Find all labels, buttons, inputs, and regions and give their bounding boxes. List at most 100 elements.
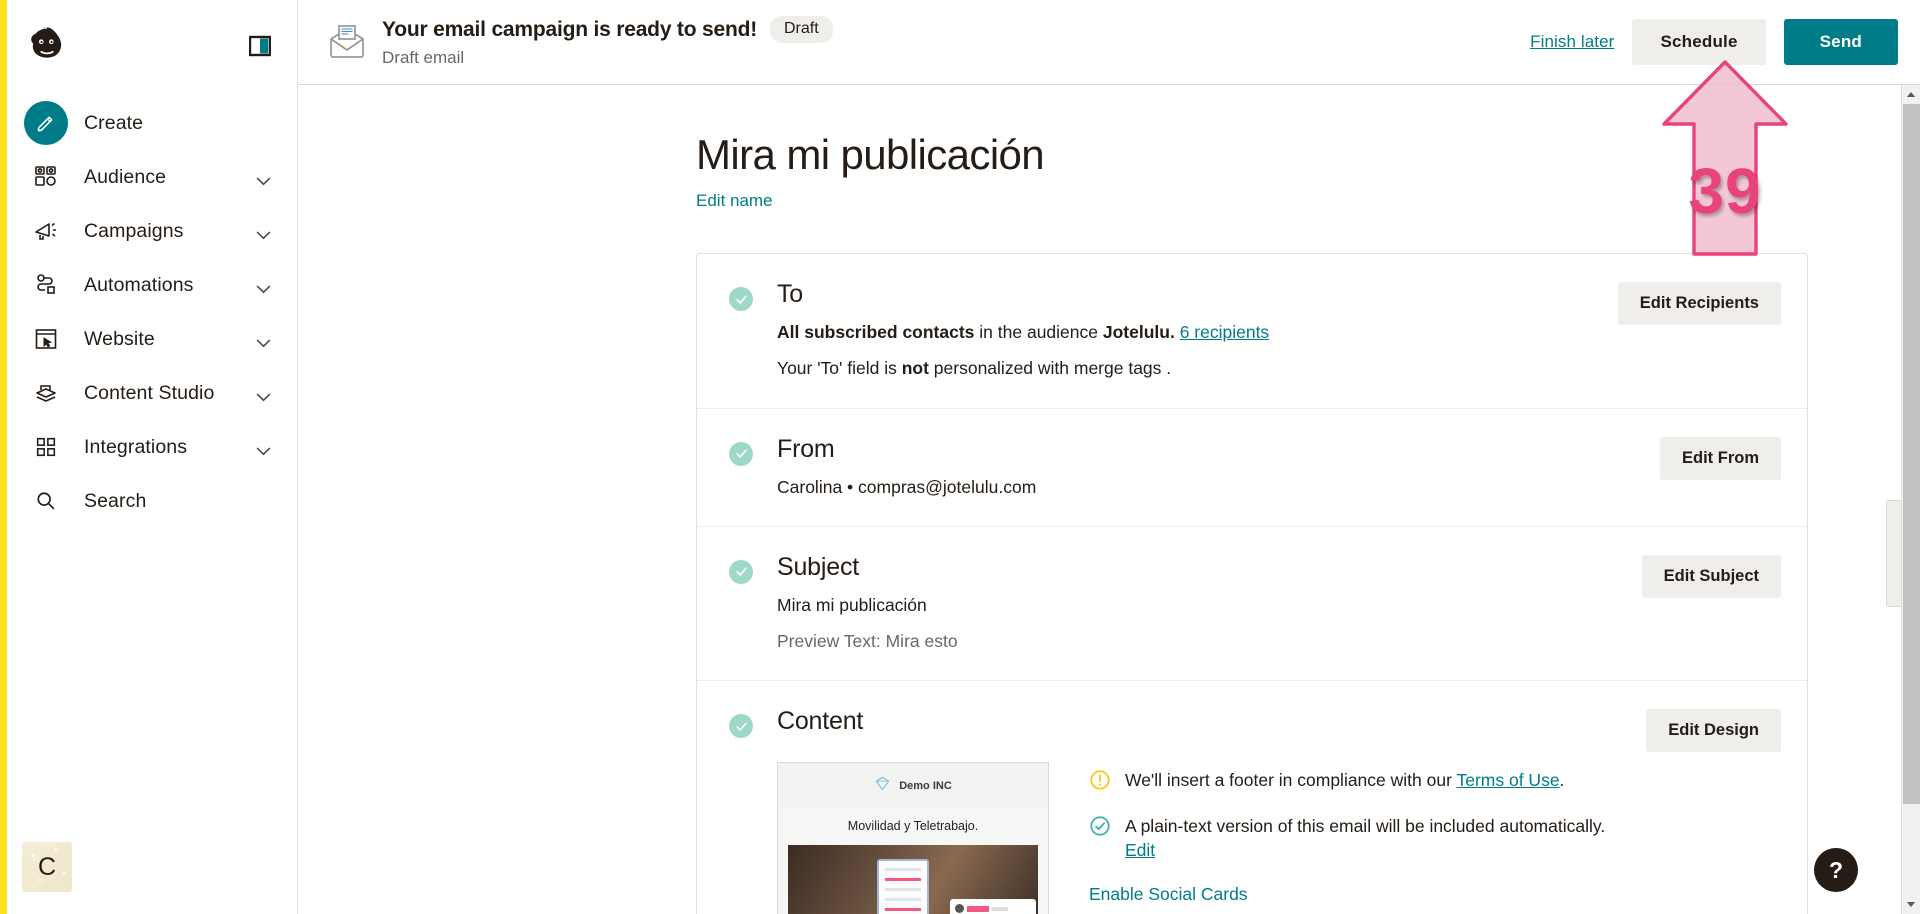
section-title: Content (777, 707, 864, 736)
chevron-down-icon[interactable] (256, 335, 271, 347)
sidebar-header (0, 0, 297, 92)
sidebar-item-campaigns[interactable]: Campaigns (0, 204, 297, 258)
check-circle-icon (729, 287, 753, 311)
enable-social-cards-link[interactable]: Enable Social Cards (1089, 884, 1248, 905)
content-scroll-region[interactable]: Mira mi publicación Edit name To All sub… (298, 85, 1920, 914)
sidebar-item-audience[interactable]: Audience (0, 150, 297, 204)
preview-headline: Movilidad y Teletrabajo. (778, 807, 1048, 846)
check-circle-icon (729, 441, 753, 466)
recipients-link[interactable]: 6 recipients (1180, 322, 1270, 342)
section-content: Content Demo INC Movilidad y Teletrabajo… (697, 681, 1807, 914)
section-subject-body: Subject Mira mi publicación Preview Text… (777, 553, 1620, 655)
preview-brand-name: Demo INC (899, 780, 952, 793)
sidebar-item-content-studio[interactable]: Content Studio (0, 366, 297, 420)
section-from: From Carolina • compras@jotelulu.com Edi… (697, 409, 1807, 527)
topbar-actions: Finish later Schedule Send (1530, 19, 1898, 65)
mailchimp-campaign-checklist-page: Create Audience Campaigns Automations We… (0, 0, 1920, 914)
section-from-body: From Carolina • compras@jotelulu.com (777, 435, 1638, 500)
chevron-down-icon[interactable] (256, 389, 271, 401)
preview-tablet-mock (877, 858, 929, 914)
footer-compliance-text: We'll insert a footer in compliance with… (1125, 768, 1564, 793)
chevron-down-icon[interactable] (256, 227, 271, 239)
sidebar-item-create[interactable]: Create (0, 96, 297, 150)
merge-bold: not (901, 358, 929, 379)
merge-prefix: Your 'To' field is (777, 358, 902, 379)
mailchimp-monkey-logo-icon[interactable] (24, 23, 70, 69)
status-badge: Draft (770, 16, 833, 43)
sidebar-item-website[interactable]: Website (0, 312, 297, 366)
to-audience-scope: All subscribed contacts (777, 322, 975, 342)
edit-subject-button[interactable]: Edit Subject (1641, 554, 1781, 598)
from-value: Carolina • compras@jotelulu.com (777, 476, 1037, 497)
warning-circle-icon (1089, 769, 1111, 791)
topbar-title: Your email campaign is ready to send! (382, 17, 757, 41)
chevron-down-icon[interactable] (256, 173, 271, 185)
topbar-subtitle: Draft email (382, 48, 465, 67)
sidebar-item-integrations[interactable]: Integrations (0, 420, 297, 474)
note-text-before: We'll insert a footer in compliance with… (1125, 770, 1457, 791)
section-subject: Subject Mira mi publicación Preview Text… (697, 527, 1807, 682)
to-mid-text: in the audience (974, 322, 1103, 342)
vertical-scrollbar[interactable] (1901, 85, 1920, 914)
check-circle-icon (729, 714, 753, 739)
campaign-topbar: Your email campaign is ready to send! Dr… (298, 0, 1920, 85)
terms-of-use-link[interactable]: Terms of Use (1456, 770, 1559, 790)
email-preview-thumbnail[interactable]: Demo INC Movilidad y Teletrabajo. (777, 762, 1049, 914)
sidebar-item-label: Campaigns (84, 219, 184, 242)
sidebar-item-label: Content Studio (84, 381, 215, 404)
sidebar-item-automations[interactable]: Automations (0, 258, 297, 312)
website-icon (24, 317, 68, 361)
content-notes: We'll insert a footer in compliance with… (1089, 762, 1624, 914)
sidebar-item-label: Website (84, 327, 155, 350)
section-title: From (777, 434, 835, 463)
chevron-down-icon[interactable] (256, 443, 271, 455)
section-to-summary: All subscribed contacts in the audience … (777, 319, 1596, 345)
edit-name-link[interactable]: Edit name (696, 191, 773, 211)
edit-from-button[interactable]: Edit From (1660, 436, 1781, 480)
finish-later-link[interactable]: Finish later (1530, 32, 1614, 52)
preview-brand-row: Demo INC (778, 763, 1048, 808)
topbar-text-group: Your email campaign is ready to send! Dr… (382, 16, 833, 68)
avatar[interactable]: C (22, 842, 72, 892)
sidebar-item-label: Search (84, 489, 147, 512)
section-to: To All subscribed contacts in the audien… (697, 254, 1807, 409)
pencil-icon (24, 101, 68, 145)
scroll-up-arrow-icon[interactable] (1902, 85, 1920, 104)
open-envelope-icon (326, 21, 368, 63)
grid-icon (24, 425, 68, 469)
scroll-down-arrow-icon[interactable] (1902, 895, 1920, 914)
plain-text-note: A plain-text version of this email will … (1089, 814, 1624, 863)
subject-value: Mira mi publicación (777, 594, 927, 615)
chevron-down-icon[interactable] (256, 281, 271, 293)
send-button[interactable]: Send (1783, 19, 1898, 65)
plain-text-note-text: A plain-text version of this email will … (1125, 814, 1624, 863)
automation-icon (24, 263, 68, 307)
page-title: Mira mi publicación (696, 131, 1045, 178)
page-inner: Mira mi publicación Edit name To All sub… (298, 85, 1920, 914)
check-circle-icon (1089, 815, 1111, 837)
diamond-logo-icon (874, 775, 891, 797)
help-button[interactable]: ? (1814, 848, 1858, 892)
sidebar: Create Audience Campaigns Automations We… (0, 0, 298, 914)
schedule-button[interactable]: Schedule (1632, 19, 1766, 65)
sidebar-nav: Create Audience Campaigns Automations We… (0, 92, 297, 528)
panel-collapse-icon[interactable] (248, 35, 272, 57)
check-circle-icon (729, 559, 753, 584)
scrollbar-thumb[interactable] (1903, 104, 1920, 804)
sidebar-item-label: Automations (84, 273, 194, 296)
edit-recipients-button[interactable]: Edit Recipients (1617, 282, 1781, 325)
edit-plain-text-link[interactable]: Edit (1125, 840, 1155, 860)
preview-app-card-mock (950, 899, 1036, 914)
sidebar-item-search[interactable]: Search (0, 474, 297, 528)
section-title: To (777, 280, 804, 308)
preview-hero-image (788, 845, 1038, 914)
to-merge-note: Your 'To' field is not personalized with… (777, 355, 1596, 381)
subject-preview-text: Preview Text: Mira esto (777, 631, 958, 651)
audience-icon (24, 155, 68, 199)
sidebar-item-label: Integrations (84, 435, 188, 458)
edit-design-button[interactable]: Edit Design (1646, 709, 1781, 753)
megaphone-icon (24, 209, 68, 253)
checklist-card: To All subscribed contacts in the audien… (696, 253, 1808, 914)
merge-suffix: personalized with merge tags . (928, 358, 1172, 379)
search-icon (24, 479, 68, 523)
